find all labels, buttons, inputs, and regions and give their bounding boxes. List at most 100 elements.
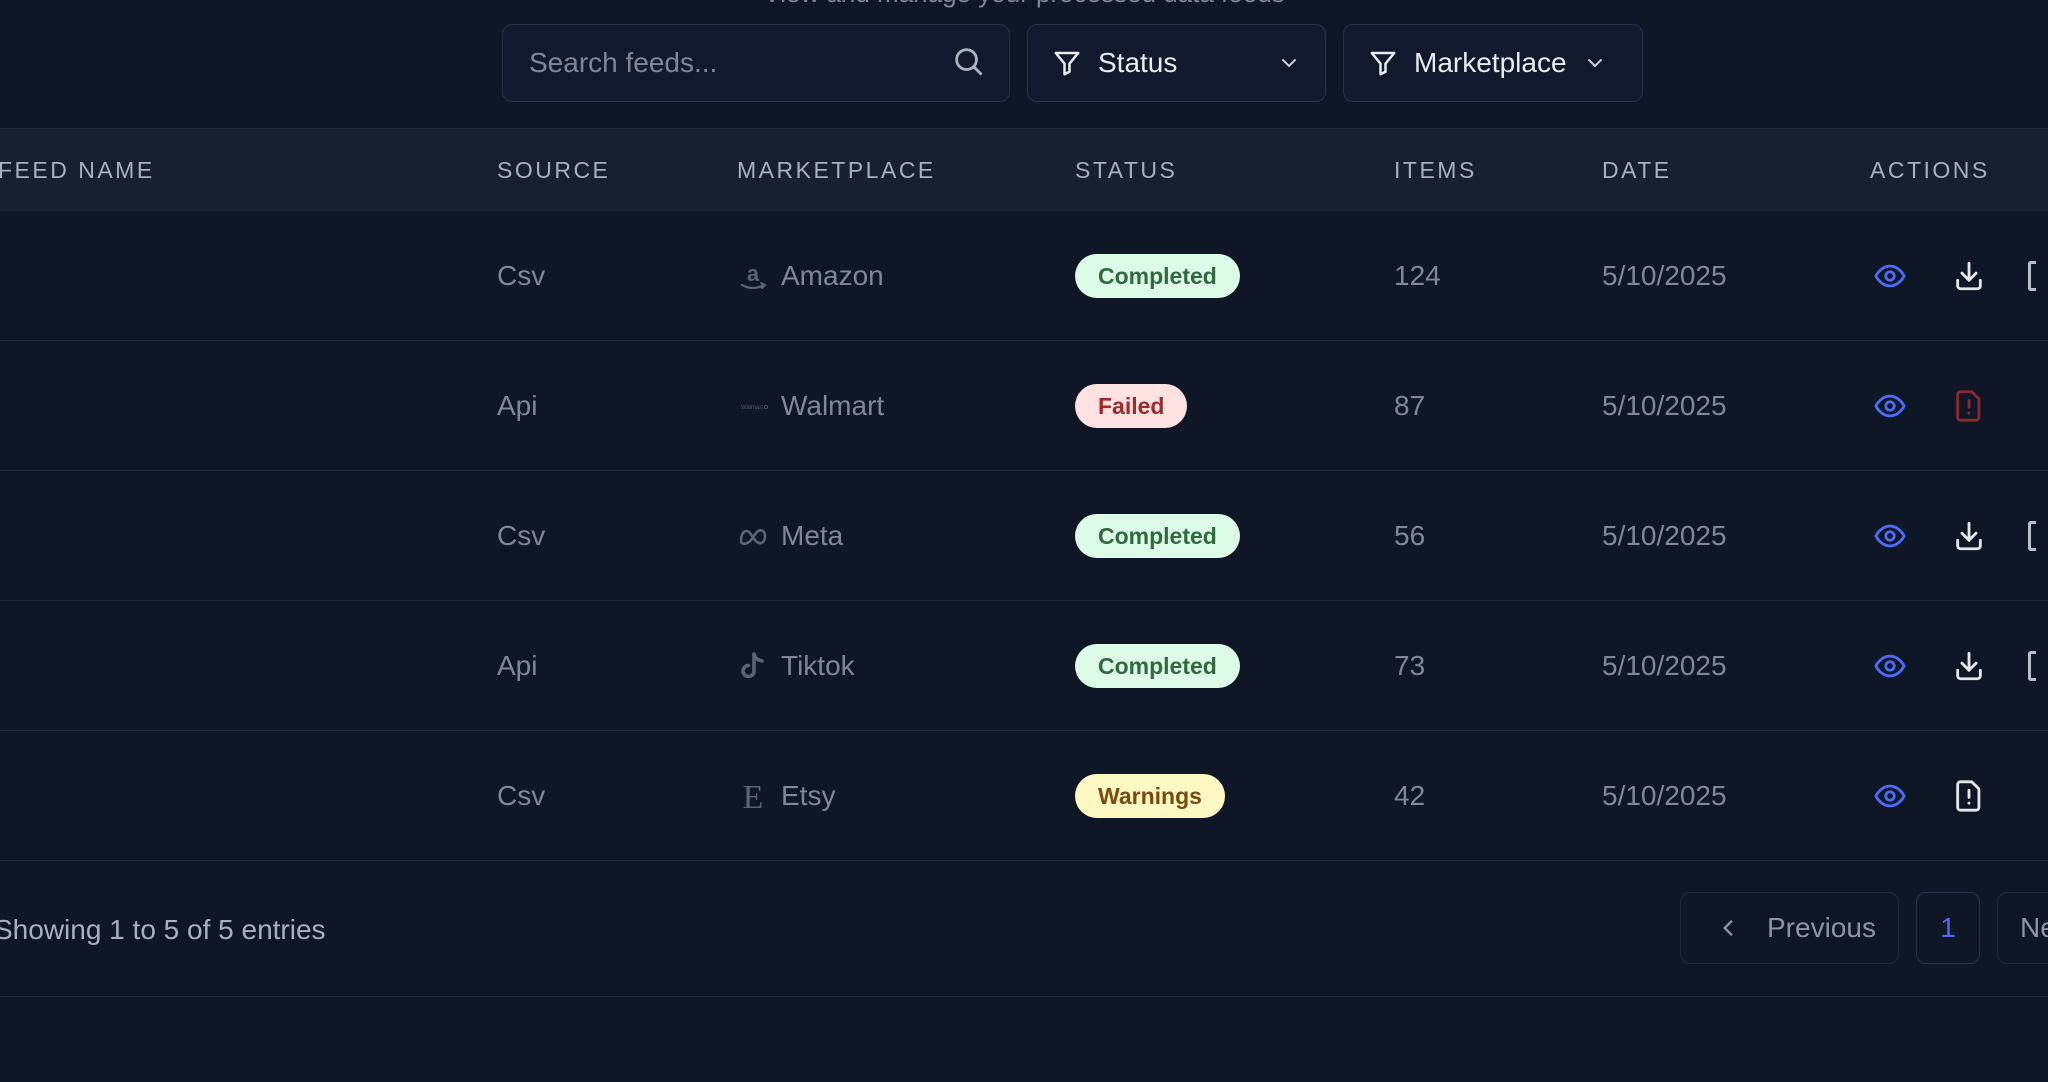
status-badge: Warnings bbox=[1075, 773, 1225, 818]
feed-source: Csv bbox=[497, 779, 546, 811]
view-feed-button[interactable] bbox=[1870, 516, 1910, 556]
table-row[interactable]: Csv a Amazon Completed 124 5/10/2025 bbox=[0, 211, 2048, 341]
column-header-items[interactable]: ITEMS bbox=[1394, 129, 1477, 211]
view-feed-button[interactable] bbox=[1870, 256, 1910, 296]
next-page-button[interactable]: Next bbox=[1997, 892, 2048, 964]
status-badge: Completed bbox=[1075, 513, 1240, 558]
column-header-marketplace[interactable]: MARKETPLACE bbox=[737, 129, 936, 211]
eye-icon bbox=[1873, 649, 1907, 683]
status-badge: Completed bbox=[1075, 643, 1240, 688]
status-filter-dropdown[interactable]: Status bbox=[1027, 24, 1326, 102]
marketplace-name: Meta bbox=[781, 519, 844, 551]
feed-marketplace: E Etsy bbox=[737, 731, 836, 860]
marketplace-name: Walmart bbox=[781, 389, 885, 421]
feed-marketplace: Walmart Walmart bbox=[737, 341, 884, 470]
row-actions bbox=[1870, 471, 2036, 600]
table-row[interactable]: Api Tiktok Completed 73 5/10/2025 bbox=[0, 601, 2048, 731]
feed-date: 5/10/2025 bbox=[1602, 259, 1727, 291]
feed-source: Api bbox=[497, 649, 538, 681]
feed-items-count: 73 bbox=[1394, 649, 1426, 681]
column-header-source[interactable]: SOURCE bbox=[497, 129, 610, 211]
svg-text:Walmart: Walmart bbox=[741, 405, 763, 411]
feed-status: Failed bbox=[1075, 341, 1188, 470]
feed-date: 5/10/2025 bbox=[1602, 519, 1727, 551]
feed-marketplace: a Amazon bbox=[737, 211, 884, 340]
view-feed-button[interactable] bbox=[1870, 646, 1910, 686]
page-button-current[interactable]: 1 bbox=[1916, 892, 1980, 964]
marketplace-name: Amazon bbox=[781, 259, 884, 291]
table-row[interactable]: Api Walmart Walmart Failed 87 5/10/2025 bbox=[0, 341, 2048, 471]
eye-icon bbox=[1873, 259, 1907, 293]
feed-status: Completed bbox=[1075, 211, 1240, 340]
table-header: FEED NAME SOURCE MARKETPLACE STATUS ITEM… bbox=[0, 128, 2048, 211]
download-button[interactable] bbox=[1949, 256, 1989, 296]
pagination: Previous 1 Next bbox=[1680, 892, 2048, 964]
chevron-down-icon bbox=[1282, 59, 1296, 68]
filter-icon bbox=[1370, 51, 1396, 76]
marketplace-filter-label: Marketplace bbox=[1414, 47, 1567, 78]
svg-text:a: a bbox=[747, 261, 760, 286]
feed-date: 5/10/2025 bbox=[1602, 389, 1727, 421]
more-actions-edge[interactable] bbox=[2028, 520, 2036, 551]
feed-marketplace: Tiktok bbox=[737, 601, 855, 730]
amazon-icon: a bbox=[737, 260, 769, 292]
view-errors-button[interactable] bbox=[1949, 386, 1989, 426]
download-button[interactable] bbox=[1949, 516, 1989, 556]
walmart-icon: Walmart bbox=[737, 390, 769, 422]
feed-date: 5/10/2025 bbox=[1602, 779, 1727, 811]
feeds-table: FEED NAME SOURCE MARKETPLACE STATUS ITEM… bbox=[0, 128, 2048, 861]
chevron-down-icon bbox=[1587, 59, 1602, 68]
view-feed-button[interactable] bbox=[1870, 386, 1910, 426]
download-icon bbox=[1952, 649, 1986, 683]
entries-summary: Showing 1 to 5 of 5 entries bbox=[0, 914, 326, 945]
row-actions bbox=[1870, 341, 2028, 470]
row-actions bbox=[1870, 601, 2036, 730]
toolbar: Status Marketplace bbox=[502, 24, 1643, 104]
meta-icon bbox=[737, 520, 769, 552]
marketplace-filter-dropdown[interactable]: Marketplace bbox=[1343, 24, 1643, 102]
table-row[interactable]: Csv Meta Completed 56 5/10/2025 bbox=[0, 471, 2048, 601]
previous-page-button[interactable]: Previous bbox=[1680, 892, 1899, 964]
feed-source: Csv bbox=[497, 519, 546, 551]
eye-icon bbox=[1873, 389, 1907, 423]
table-row[interactable]: Csv E Etsy Warnings 42 5/10/2025 bbox=[0, 731, 2048, 861]
error-report-icon bbox=[1952, 389, 1986, 423]
status-filter-label: Status bbox=[1098, 47, 1178, 78]
download-button[interactable] bbox=[1949, 646, 1989, 686]
search-input[interactable] bbox=[527, 46, 951, 80]
feed-marketplace: Meta bbox=[737, 471, 843, 600]
warning-report-icon bbox=[1952, 779, 1986, 813]
status-badge: Failed bbox=[1075, 383, 1188, 428]
column-header-status[interactable]: STATUS bbox=[1075, 129, 1177, 211]
search-box[interactable] bbox=[502, 24, 1010, 102]
feed-source: Csv bbox=[497, 259, 546, 291]
chevron-left-icon bbox=[1723, 920, 1733, 936]
more-actions-edge[interactable] bbox=[2028, 260, 2036, 291]
column-header-feed-name[interactable]: FEED NAME bbox=[0, 129, 155, 211]
page-subtitle: View and manage your processed data feed… bbox=[0, 0, 2048, 9]
feed-items-count: 87 bbox=[1394, 389, 1426, 421]
eye-icon bbox=[1873, 519, 1907, 553]
row-actions bbox=[1870, 731, 2028, 860]
tiktok-icon bbox=[737, 650, 769, 682]
feed-status: Completed bbox=[1075, 601, 1240, 730]
column-header-date[interactable]: DATE bbox=[1602, 129, 1672, 211]
svg-text:E: E bbox=[743, 780, 764, 812]
filter-icon bbox=[1054, 51, 1080, 76]
view-feed-button[interactable] bbox=[1870, 776, 1910, 816]
more-actions-edge[interactable] bbox=[2028, 650, 2036, 681]
view-warnings-button[interactable] bbox=[1949, 776, 1989, 816]
table-body: Csv a Amazon Completed 124 5/10/2025 Api Walmar… bbox=[0, 211, 2048, 861]
table-footer: Showing 1 to 5 of 5 entries Previous 1 N… bbox=[0, 858, 2048, 997]
marketplace-name: Etsy bbox=[781, 779, 836, 811]
column-header-actions: ACTIONS bbox=[1870, 157, 1990, 183]
feed-items-count: 56 bbox=[1394, 519, 1426, 551]
download-icon bbox=[1952, 259, 1986, 293]
search-icon[interactable] bbox=[951, 44, 985, 83]
feed-date: 5/10/2025 bbox=[1602, 649, 1727, 681]
feed-source: Api bbox=[497, 389, 538, 421]
previous-page-label: Previous bbox=[1767, 912, 1876, 943]
marketplace-name: Tiktok bbox=[781, 649, 855, 681]
eye-icon bbox=[1873, 779, 1907, 813]
download-icon bbox=[1952, 519, 1986, 553]
